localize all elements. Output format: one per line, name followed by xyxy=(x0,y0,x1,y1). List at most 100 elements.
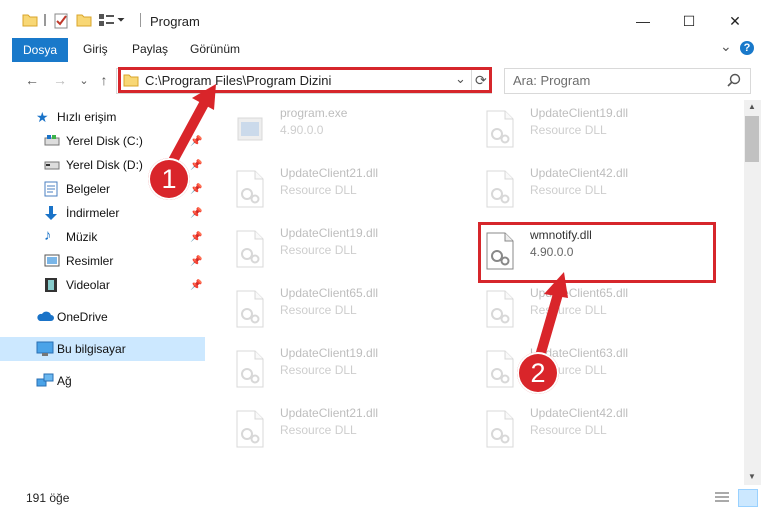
drive-icon xyxy=(44,134,60,150)
computer-icon xyxy=(36,341,54,357)
file-description: Resource DLL xyxy=(280,183,357,197)
documents-icon xyxy=(44,181,60,197)
file-item[interactable]: UpdateClient65.dll Resource DLL xyxy=(234,286,464,336)
close-button[interactable]: ✕ xyxy=(712,8,758,34)
folder-icon[interactable] xyxy=(22,13,38,27)
network-icon xyxy=(36,373,54,389)
file-item[interactable]: UpdateClient42.dll Resource DLL xyxy=(484,406,714,456)
star-icon: ★ xyxy=(36,109,49,125)
cloud-icon xyxy=(36,310,54,326)
dll-file-icon xyxy=(484,410,516,448)
search-box[interactable]: Ara: Program xyxy=(504,68,751,94)
step-marker-2: 2 xyxy=(517,352,559,394)
search-icon[interactable] xyxy=(727,73,741,90)
sidebar-item-downloads[interactable]: İndirmeler 📌 xyxy=(0,201,205,225)
dll-file-icon xyxy=(484,170,516,208)
dll-file-icon xyxy=(484,110,516,148)
music-icon: ♪ xyxy=(44,227,52,244)
sidebar-item-label: Videolar xyxy=(66,278,110,292)
file-description: Resource DLL xyxy=(280,423,357,437)
customize-toolbar-icon[interactable]: ⏷ xyxy=(117,15,133,29)
tab-gorunum[interactable]: Görünüm xyxy=(190,42,240,56)
sidebar-item-label: Hızlı erişim xyxy=(57,110,117,124)
file-item[interactable]: UpdateClient65.dll Resource DLL xyxy=(484,286,714,336)
sidebar-item-label: İndirmeler xyxy=(66,206,120,220)
file-item[interactable]: UpdateClient21.dll Resource DLL xyxy=(234,166,464,216)
large-icons-view-icon[interactable] xyxy=(738,489,758,507)
properties-icon[interactable] xyxy=(53,13,69,29)
dll-file-icon xyxy=(234,170,266,208)
file-description: Resource DLL xyxy=(280,363,357,377)
pin-icon[interactable]: 📌 xyxy=(190,256,202,267)
pin-icon[interactable]: 📌 xyxy=(190,208,202,219)
file-item[interactable]: program.exe 4.90.0.0 xyxy=(234,106,464,156)
file-item[interactable]: UpdateClient42.dll Resource DLL xyxy=(484,166,714,216)
file-description: Resource DLL xyxy=(280,243,357,257)
sidebar-item-label: OneDrive xyxy=(57,310,108,324)
new-folder-icon[interactable] xyxy=(76,13,92,27)
file-name: UpdateClient21.dll xyxy=(280,406,379,420)
dll-file-icon xyxy=(484,350,516,388)
window-title: Program xyxy=(150,14,200,29)
dll-file-icon xyxy=(484,290,516,328)
maximize-button[interactable]: ☐ xyxy=(666,8,712,34)
videos-icon xyxy=(44,277,60,293)
file-item[interactable]: UpdateClient21.dll Resource DLL xyxy=(234,406,464,456)
file-name: UpdateClient42.dll xyxy=(530,406,629,420)
minimize-button[interactable]: — xyxy=(620,8,666,34)
dll-file-icon xyxy=(234,290,266,328)
details-view-icon[interactable] xyxy=(714,491,730,508)
file-name: UpdateClient19.dll xyxy=(280,346,379,360)
file-name: UpdateClient19.dll xyxy=(530,106,629,120)
ribbon xyxy=(0,38,769,62)
sidebar-item-this-pc[interactable]: Bu bilgisayar xyxy=(0,337,205,361)
tab-dosya[interactable]: Dosya xyxy=(12,38,68,62)
scrollbar-thumb[interactable] xyxy=(745,116,759,162)
title-bar: ⏷ Program — ☐ ✕ xyxy=(0,0,769,38)
dll-file-icon xyxy=(234,410,266,448)
sidebar-item-pictures[interactable]: Resimler 📌 xyxy=(0,249,205,273)
sidebar-item-label: Belgeler xyxy=(66,182,111,196)
sidebar-item-label: Ağ xyxy=(57,374,72,388)
pin-icon[interactable]: 📌 xyxy=(190,232,202,243)
file-description: Resource DLL xyxy=(530,123,607,137)
sidebar-item-onedrive[interactable]: OneDrive xyxy=(0,305,205,329)
help-icon[interactable]: ? xyxy=(740,41,754,55)
file-highlight-box xyxy=(478,222,716,283)
ribbon-expand-icon[interactable]: ⌄ xyxy=(720,38,732,55)
vertical-scrollbar[interactable]: ▲ ▼ xyxy=(744,100,761,485)
pictures-icon xyxy=(44,254,60,270)
search-input[interactable]: Ara: Program xyxy=(513,73,590,88)
tab-giris[interactable]: Giriş xyxy=(83,42,108,56)
scroll-down-icon[interactable]: ▼ xyxy=(748,472,756,481)
separator xyxy=(44,14,46,26)
up-button[interactable]: ↑ xyxy=(94,72,114,88)
file-name: UpdateClient21.dll xyxy=(280,166,379,180)
sidebar-item-network[interactable]: Ağ xyxy=(0,369,205,393)
file-item[interactable]: UpdateClient19.dll Resource DLL xyxy=(484,106,714,156)
file-item[interactable]: UpdateClient19.dll Resource DLL xyxy=(234,346,464,396)
recent-locations-button[interactable]: ⌄ xyxy=(74,72,94,88)
file-name: UpdateClient65.dll xyxy=(280,286,379,300)
file-description: Resource DLL xyxy=(280,303,357,317)
tab-paylas[interactable]: Paylaş xyxy=(132,42,168,56)
separator xyxy=(140,13,141,27)
file-name: UpdateClient19.dll xyxy=(280,226,379,240)
view-icon[interactable] xyxy=(98,13,114,27)
dll-file-icon xyxy=(234,230,266,268)
sidebar-item-label: Resimler xyxy=(66,254,114,268)
back-button[interactable]: ← xyxy=(22,72,42,88)
file-item[interactable]: UpdateClient19.dll Resource DLL xyxy=(234,226,464,276)
drive-icon xyxy=(44,159,60,175)
sidebar-item-label: Bu bilgisayar xyxy=(57,342,126,356)
sidebar-item-label: Yerel Disk (C:) xyxy=(66,134,143,148)
file-description: Resource DLL xyxy=(530,423,607,437)
sidebar-item-videos[interactable]: Videolar 📌 xyxy=(0,273,205,297)
download-icon xyxy=(44,205,60,221)
sidebar-item-label: Müzik xyxy=(66,230,98,244)
exe-file-icon xyxy=(234,110,266,148)
forward-button[interactable]: → xyxy=(50,72,70,88)
pin-icon[interactable]: 📌 xyxy=(190,280,202,291)
scroll-up-icon[interactable]: ▲ xyxy=(748,102,756,111)
sidebar-item-music[interactable]: ♪ Müzik 📌 xyxy=(0,225,205,249)
